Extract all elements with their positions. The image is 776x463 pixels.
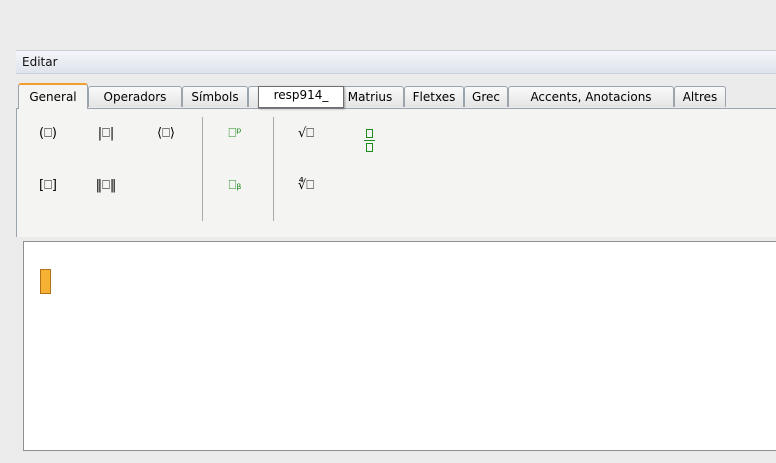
numerator-placeholder [365, 129, 373, 138]
tab-operadors[interactable]: Operadors [88, 86, 182, 107]
placeholder-cursor [40, 269, 51, 294]
superscript-button[interactable]: ⎕ᵖ [220, 121, 250, 147]
menu-bar: Editar [16, 50, 776, 74]
norm-button[interactable]: ‖⎕‖ [91, 173, 121, 199]
tab-simbols[interactable]: Símbols [182, 86, 248, 107]
fraction-button[interactable] [360, 129, 378, 159]
denominator-placeholder [365, 143, 373, 152]
square-brackets-button[interactable]: [⎕] [33, 173, 63, 199]
tab-general[interactable]: General [18, 83, 88, 109]
toolbar-separator [202, 117, 203, 221]
square-root-button[interactable]: √⎕ [291, 121, 321, 147]
tab-matrius[interactable]: Matrius [336, 86, 404, 107]
tab-strip: General Operadors Símbols Matrius Fletxe… [16, 80, 776, 109]
parentheses-button[interactable]: (⎕) [33, 121, 63, 147]
formula-editor-window: Editar General Operadors Símbols Matrius… [16, 50, 776, 453]
menu-editar[interactable]: Editar [22, 55, 58, 69]
formula-input-area[interactable] [23, 241, 776, 451]
tab-fletxes[interactable]: Fletxes [404, 86, 464, 107]
tooltip: resp914_ [258, 86, 344, 108]
fraction-bar [363, 140, 375, 141]
tab-grec[interactable]: Grec [464, 86, 508, 107]
angle-brackets-button[interactable]: ⟨⎕⟩ [151, 121, 181, 147]
symbol-toolbar: (⎕) |⎕| ⟨⎕⟩ [⎕] ‖⎕‖ ⎕ᵖ ⎕ᵦ √⎕ ∜⎕ [16, 109, 776, 237]
tab-accents-anotacions[interactable]: Accents, Anotacions [508, 86, 674, 107]
toolbar-separator [273, 117, 274, 221]
subscript-button[interactable]: ⎕ᵦ [220, 173, 250, 199]
absolute-value-button[interactable]: |⎕| [91, 121, 121, 147]
tab-altres[interactable]: Altres [674, 86, 726, 107]
nth-root-button[interactable]: ∜⎕ [291, 173, 321, 199]
